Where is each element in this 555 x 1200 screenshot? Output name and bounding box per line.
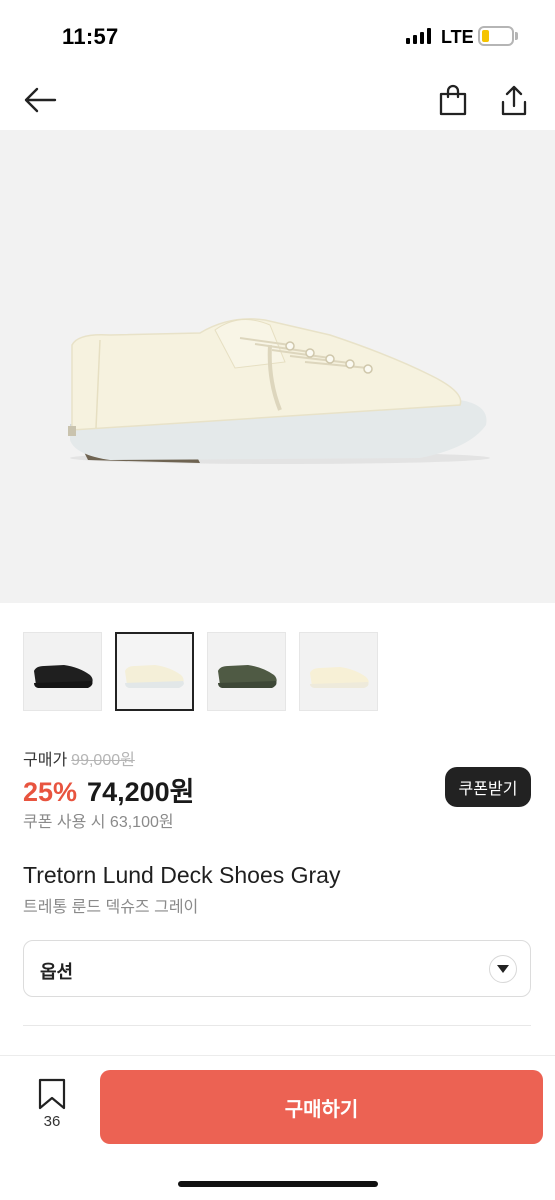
back-button[interactable] xyxy=(18,78,62,122)
product-name: Tretorn Lund Deck Shoes Gray xyxy=(23,862,341,888)
chevron-down-icon xyxy=(489,955,517,983)
network-label: LTE xyxy=(441,27,474,47)
arrow-left-icon xyxy=(24,87,57,113)
status-bar: 11:57 LTE xyxy=(0,0,555,70)
nav-bar xyxy=(0,70,555,130)
share-button[interactable] xyxy=(492,78,536,122)
price-label-row: 구매가 99,000원 xyxy=(23,746,135,770)
product-hero-image[interactable] xyxy=(0,130,555,603)
buy-button[interactable]: 구매하기 xyxy=(100,1070,543,1144)
get-coupon-button[interactable]: 쿠폰받기 xyxy=(445,767,531,807)
black-sneaker-image xyxy=(34,665,93,688)
thumbnail-strip xyxy=(23,632,378,711)
cream-sneaker-image xyxy=(125,665,184,688)
bottom-action-bar: 36 구매하기 xyxy=(0,1055,555,1200)
discount-rate: 25% xyxy=(23,777,78,807)
battery-icon xyxy=(478,26,514,46)
price-label: 구매가 xyxy=(23,752,68,769)
battery-tip xyxy=(515,32,518,40)
price-row: 25% 74,200원 xyxy=(23,770,194,809)
bookmark-count: 36 xyxy=(43,1113,61,1130)
cart-button[interactable] xyxy=(431,78,475,122)
shopping-bag-icon xyxy=(439,84,467,116)
product-name-korean: 트레통 룬드 덱슈즈 그레이 xyxy=(23,899,199,916)
bookmark-button[interactable]: 36 xyxy=(30,1078,74,1138)
bookmark-icon xyxy=(38,1078,66,1110)
thumbnail-black-sneaker[interactable] xyxy=(23,632,102,711)
signal-icon xyxy=(406,28,431,44)
cream-sneaker-alt-image xyxy=(310,667,369,688)
current-price: 74,200원 xyxy=(87,777,195,807)
thumbnail-cream-sneaker[interactable] xyxy=(115,632,194,711)
olive-sneaker-image xyxy=(218,665,277,688)
thumbnail-olive-sneaker[interactable] xyxy=(207,632,286,711)
status-time: 11:57 xyxy=(62,24,119,49)
coupon-price: 쿠폰 사용 시 63,100원 xyxy=(23,814,174,831)
option-label: 옵션 xyxy=(40,962,74,982)
divider xyxy=(23,1025,531,1026)
battery-level xyxy=(482,30,489,42)
original-price: 99,000원 xyxy=(71,752,135,769)
thumbnail-cream-sneaker-alt[interactable] xyxy=(299,632,378,711)
share-icon xyxy=(501,85,527,116)
option-select[interactable]: 옵션 xyxy=(23,940,531,997)
sneaker-illustration xyxy=(68,318,490,464)
home-indicator xyxy=(178,1181,378,1187)
